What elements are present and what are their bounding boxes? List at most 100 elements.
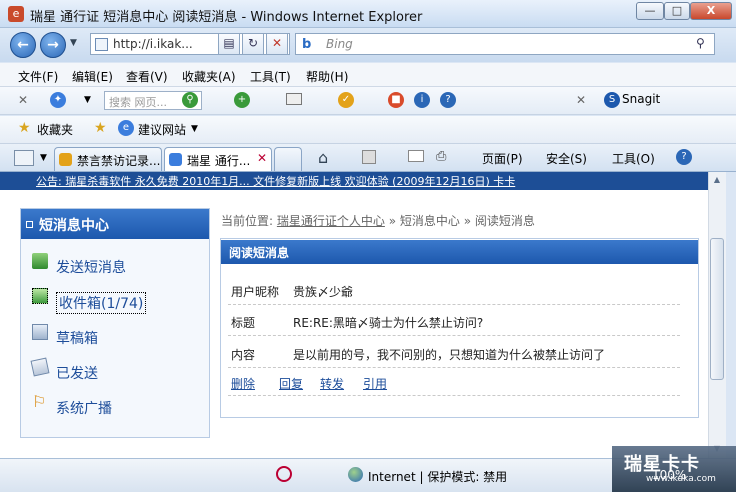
mail-icon[interactable] xyxy=(408,150,424,162)
breadcrumb: 当前位置: 瑞星通行证个人中心 » 短消息中心 » 阅读短消息 xyxy=(221,212,535,229)
sidebar-item-sent[interactable]: 已发送 xyxy=(56,363,98,383)
breadcrumb-item-sms-center[interactable]: 短消息中心 xyxy=(400,214,460,228)
toolbar-dropdown-icon[interactable]: ▼ xyxy=(84,95,91,105)
add-icon[interactable]: + xyxy=(234,92,250,108)
tab-label: 瑞星 通行... xyxy=(187,154,251,168)
message-panel-heading: 阅读短消息 xyxy=(221,240,698,264)
subject-label: 标题 xyxy=(231,316,256,330)
window-icon[interactable] xyxy=(286,93,302,105)
tools-menu-button[interactable]: 工具(O) xyxy=(612,150,655,167)
tab-mute-records[interactable]: 禁言禁访记录... xyxy=(54,147,162,171)
nickname-label: 用户昵称 xyxy=(231,285,280,299)
sidebar-item-inbox[interactable]: 收件箱(1/74) xyxy=(56,292,147,314)
zoom-level[interactable]: 100% xyxy=(652,468,686,482)
forward-link[interactable]: 转发 xyxy=(320,375,344,392)
menu-file[interactable]: 文件(F) xyxy=(18,68,58,85)
search-icon[interactable]: ⚲ xyxy=(696,36,705,50)
window-title: 瑞星 通行证 短消息中心 阅读短消息 - Windows Internet Ex… xyxy=(30,10,423,25)
inbox-icon xyxy=(32,288,48,304)
breadcrumb-link-personal-center[interactable]: 瑞星通行证个人中心 xyxy=(277,214,385,228)
favorites-bar xyxy=(0,116,736,144)
windows-live-icon[interactable]: ✦ xyxy=(50,92,66,108)
favorites-button[interactable]: 收藏夹 xyxy=(37,121,73,138)
scroll-thumb[interactable] xyxy=(710,238,724,380)
safety-menu-button[interactable]: 安全(S) xyxy=(546,150,587,167)
back-button[interactable]: ← xyxy=(10,32,36,58)
menu-help[interactable]: 帮助(H) xyxy=(306,68,348,85)
feeds-icon[interactable] xyxy=(362,150,376,164)
minimize-button[interactable]: — xyxy=(636,2,664,20)
tab-list-icon[interactable]: ▼ xyxy=(40,153,47,163)
close-tab-icon[interactable]: ✕ xyxy=(257,151,267,165)
suggested-dropdown-icon[interactable]: ▼ xyxy=(191,124,198,134)
tab-favicon-icon xyxy=(169,153,182,166)
send-icon xyxy=(32,253,48,269)
snagit-icon[interactable]: S xyxy=(604,92,620,108)
address-text: http://i.ikak... xyxy=(113,37,193,51)
history-dropdown-icon[interactable]: ▼ xyxy=(70,38,77,48)
reply-link[interactable]: 回复 xyxy=(279,375,303,392)
bell-icon: ⚐ xyxy=(32,392,47,411)
photo-icon[interactable]: ■ xyxy=(388,92,404,108)
forward-button[interactable]: → xyxy=(40,32,66,58)
delete-link[interactable]: 删除 xyxy=(231,375,255,392)
menu-view[interactable]: 查看(V) xyxy=(126,68,168,85)
search-placeholder: Bing xyxy=(326,37,353,51)
heading-square-icon xyxy=(26,221,33,228)
notice-banner[interactable]: 公告: 瑞星杀毒软件 永久免费 2010年1月... 文件修复新版上线 欢迎体验… xyxy=(0,172,708,190)
drafts-icon xyxy=(32,324,48,340)
ie-icon: e xyxy=(8,6,24,22)
row-divider xyxy=(228,304,680,305)
content-value: 是以前用的号，我不问别的，只想知道为什么被禁止访问了 xyxy=(293,348,606,362)
security-zone-text[interactable]: Internet | 保护模式: 禁用 xyxy=(368,468,507,485)
messenger-icon[interactable]: ✓ xyxy=(338,92,354,108)
nickname-value: 贵族〆少爺 xyxy=(293,285,354,299)
menu-tools[interactable]: 工具(T) xyxy=(250,68,291,85)
add-favorite-icon[interactable]: ★ xyxy=(94,120,107,136)
ie-site-icon: e xyxy=(118,120,134,136)
print-icon[interactable]: ⎙ xyxy=(436,149,446,164)
toolbar-search-icon[interactable]: ⚲ xyxy=(182,92,198,108)
sidebar-item-drafts[interactable]: 草稿箱 xyxy=(56,328,98,348)
sidebar-heading: 短消息中心 xyxy=(21,209,209,239)
help-icon[interactable]: ? xyxy=(440,92,456,108)
tab-favicon-icon xyxy=(59,153,72,166)
close-toolbar-icon[interactable]: ✕ xyxy=(18,93,28,107)
menu-edit[interactable]: 编辑(E) xyxy=(72,68,113,85)
bing-icon: b xyxy=(302,37,312,52)
search-box[interactable]: b Bing ⚲ xyxy=(295,33,715,55)
page-favicon-icon xyxy=(95,38,108,51)
suggested-sites-button[interactable]: 建议网站 xyxy=(138,121,186,138)
home-icon[interactable]: ⌂ xyxy=(318,148,328,167)
breadcrumb-separator: » xyxy=(388,214,397,228)
window-title-bar: e 瑞星 通行证 短消息中心 阅读短消息 - Windows Internet … xyxy=(0,0,736,28)
close-snagit-toolbar-icon[interactable]: ✕ xyxy=(576,93,586,107)
close-button[interactable]: X xyxy=(690,2,732,20)
quote-link[interactable]: 引用 xyxy=(363,375,387,392)
sidebar-item-send[interactable]: 发送短消息 xyxy=(56,257,126,277)
info-icon[interactable]: i xyxy=(414,92,430,108)
page-menu-button[interactable]: 页面(P) xyxy=(482,150,523,167)
sidebar xyxy=(20,208,210,438)
maximize-button[interactable]: □ xyxy=(664,2,690,20)
breadcrumb-prefix: 当前位置: xyxy=(221,214,274,228)
stop-icon[interactable]: ✕ xyxy=(266,33,288,55)
breadcrumb-current: 阅读短消息 xyxy=(474,214,535,228)
scroll-up-icon[interactable]: ▲ xyxy=(710,175,724,187)
quick-tabs-icon[interactable] xyxy=(14,150,34,166)
refresh-icon[interactable]: ↻ xyxy=(242,33,264,55)
tab-rising-pass[interactable]: 瑞星 通行... ✕ xyxy=(164,147,272,171)
blocked-icon[interactable] xyxy=(276,466,292,482)
help-menu-icon[interactable]: ? xyxy=(676,149,692,165)
menu-bar: 文件(F) 编辑(E) 查看(V) 收藏夹(A) 工具(T) 帮助(H) xyxy=(0,63,736,87)
sidebar-item-broadcast[interactable]: 系统广播 xyxy=(56,398,112,418)
snagit-label[interactable]: Snagit xyxy=(622,92,660,106)
row-divider xyxy=(228,395,680,396)
menu-favorites[interactable]: 收藏夹(A) xyxy=(182,68,236,85)
new-tab-button[interactable] xyxy=(274,147,302,171)
row-divider xyxy=(228,335,680,336)
content-label: 内容 xyxy=(231,348,256,362)
breadcrumb-separator: » xyxy=(463,214,472,228)
compat-view-icon[interactable]: ▤ xyxy=(218,33,240,55)
globe-icon xyxy=(348,467,363,482)
